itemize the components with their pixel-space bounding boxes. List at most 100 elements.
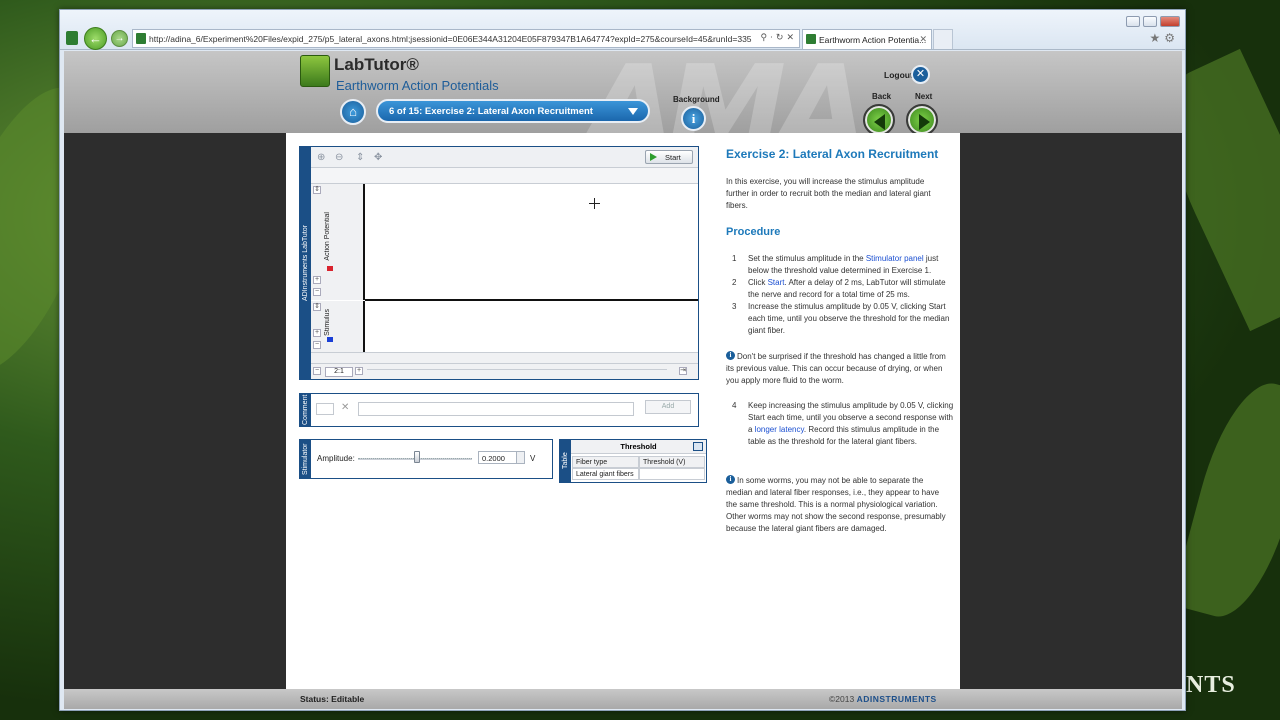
info-icon[interactable]: i xyxy=(681,106,706,131)
step-3: 3 Increase the stimulus amplitude by 0.05… xyxy=(732,301,958,337)
comment-panel: Comment ✕ Add xyxy=(299,393,699,427)
channel1-axis: ⇕ Action Potential + − xyxy=(311,184,365,300)
channel2-scale-icon[interactable]: ⇕ xyxy=(313,303,321,311)
address-controls[interactable]: ⚲⋅↻✕ xyxy=(760,32,797,43)
browser-icon xyxy=(66,31,78,45)
labtutor-header: AMA LabTutor® Earthworm Action Potential… xyxy=(64,51,1182,133)
comment-input[interactable] xyxy=(358,402,634,416)
copyright-year: ©2013 xyxy=(829,694,855,704)
step-4: 4 Keep increasing the stimulus amplitude … xyxy=(732,400,958,448)
time-expand-icon[interactable]: + xyxy=(355,367,363,375)
amplitude-slider-thumb[interactable] xyxy=(414,451,420,463)
step-number: 3 xyxy=(732,302,737,311)
amplitude-unit: V xyxy=(530,454,536,463)
channel1-color-swatch xyxy=(327,266,333,271)
back-arrow-icon[interactable]: ← xyxy=(84,27,107,50)
back-button[interactable] xyxy=(863,104,895,133)
table-title: Threshold xyxy=(571,440,706,454)
copy-table-icon[interactable] xyxy=(693,442,703,451)
background-leaf xyxy=(1170,372,1280,628)
amplitude-value: 0.2000 xyxy=(482,454,505,463)
home-icon[interactable]: ⌂ xyxy=(340,99,366,125)
exercise-title: Exercise 2: Lateral Axon Recruitment xyxy=(726,147,939,161)
table-cell: Lateral giant fibers xyxy=(572,468,639,480)
stimulator-side-label: Stimulator xyxy=(300,440,311,478)
add-comment-button[interactable]: Add xyxy=(645,400,691,414)
step2-text-a: Click xyxy=(748,278,768,287)
status-text: Status: Editable xyxy=(300,694,365,704)
site-icon xyxy=(136,33,146,44)
step1-text-a: Set the stimulus amplitude in the xyxy=(748,254,866,263)
home-favorites-icons[interactable]: ★⚙ xyxy=(1149,31,1179,45)
channel2-expand-icon[interactable]: + xyxy=(313,329,321,337)
tab-site-icon xyxy=(806,34,816,44)
chart-view-panel: ADInstruments LabTutor ⊕ ⊖ ⇕ ✥ Start ⇕ A… xyxy=(299,146,699,380)
close-window-button[interactable] xyxy=(1160,16,1180,27)
step3-text: Increase the stimulus amplitude by 0.05 … xyxy=(748,302,950,335)
start-label: Start xyxy=(665,153,681,162)
step-1: 1 Set the stimulus amplitude in the Stimu… xyxy=(732,253,958,277)
channel2-axis: ⇕ Stimulus + − xyxy=(311,301,365,352)
browser-tab[interactable]: Earthworm Action Potentia... ✕ xyxy=(802,29,932,49)
next-label: Next xyxy=(915,92,933,101)
channel2-label: Stimulus xyxy=(324,309,331,336)
url-text: http://adina_6/Experiment%20Files/expid_… xyxy=(149,34,752,44)
copyright: ©2013 ADINSTRUMENTS xyxy=(829,694,937,704)
amplitude-input[interactable]: 0.2000 xyxy=(478,451,525,464)
maximize-button[interactable] xyxy=(1143,16,1157,27)
channel2-plot[interactable] xyxy=(365,301,698,352)
background-label: Background xyxy=(673,95,720,104)
table-header-cell: Threshold (V) xyxy=(639,456,705,468)
table-panel: Table Threshold Fiber type Threshold (V)… xyxy=(559,439,707,483)
browser-toolbar: ← → http://adina_6/Experiment%20Files/ex… xyxy=(60,10,1185,50)
channel1-plot[interactable] xyxy=(365,184,698,301)
start-button[interactable]: Start xyxy=(645,150,693,164)
time-axis-bar xyxy=(311,168,698,184)
back-label: Back xyxy=(872,92,892,101)
tab-title: Earthworm Action Potentia... xyxy=(819,35,927,45)
longer-latency-link[interactable]: longer latency xyxy=(755,425,804,434)
amplitude-spinner[interactable] xyxy=(516,452,524,463)
address-bar[interactable]: http://adina_6/Experiment%20Files/expid_… xyxy=(132,29,800,48)
threshold-value-cell[interactable] xyxy=(639,468,705,480)
scrollbar[interactable] xyxy=(367,369,667,374)
experiment-title: Earthworm Action Potentials xyxy=(336,78,499,93)
channel1-expand-icon[interactable]: + xyxy=(313,276,321,284)
channel1-label: Action Potential xyxy=(324,212,331,261)
back-triangle-icon xyxy=(874,114,885,130)
forward-arrow-icon[interactable]: → xyxy=(111,30,128,47)
procedure-heading: Procedure xyxy=(726,226,781,238)
zoom-out-icon[interactable]: ⊖ xyxy=(335,152,343,163)
note1-text: Don't be surprised if the threshold has … xyxy=(726,352,946,385)
comment-channel-select[interactable] xyxy=(316,403,334,415)
note-2: i In some worms, you may not be able to s… xyxy=(726,475,948,535)
channel1-compress-icon[interactable]: − xyxy=(313,288,321,296)
new-tab-button[interactable] xyxy=(933,29,953,49)
time-compress-icon[interactable]: − xyxy=(313,367,321,375)
amplitude-label: Amplitude: xyxy=(317,454,355,463)
channel2-compress-icon[interactable]: − xyxy=(313,341,321,349)
stimulator-panel: Stimulator Amplitude: 0.2000 V xyxy=(299,439,553,479)
next-button[interactable] xyxy=(906,104,938,133)
next-triangle-icon xyxy=(919,114,930,130)
scroll-end-icon[interactable]: ⇥ xyxy=(679,367,687,375)
close-tab-icon[interactable]: ✕ xyxy=(919,34,927,45)
page-selector-dropdown[interactable]: 6 of 15: Exercise 2: Lateral Axon Recrui… xyxy=(376,99,650,123)
autoscale-icon[interactable]: ⇕ xyxy=(356,152,364,163)
step-number: 4 xyxy=(732,401,737,410)
lesson-page: ADInstruments LabTutor ⊕ ⊖ ⇕ ✥ Start ⇕ A… xyxy=(286,133,960,689)
clear-comment-icon[interactable]: ✕ xyxy=(341,402,349,413)
table-header-cell: Fiber type xyxy=(572,456,639,468)
start-link[interactable]: Start xyxy=(768,278,785,287)
logout-icon[interactable]: ✕ xyxy=(911,65,930,84)
zoom-in-icon[interactable]: ⊕ xyxy=(317,152,325,163)
note-1: i Don't be surprised if the threshold has… xyxy=(726,351,948,387)
channel1-scale-icon[interactable]: ⇕ xyxy=(313,186,321,194)
minimize-button[interactable] xyxy=(1126,16,1140,27)
stimulator-panel-link[interactable]: Stimulator panel xyxy=(866,254,924,263)
pan-icon[interactable]: ✥ xyxy=(374,152,382,163)
step-number: 1 xyxy=(732,254,737,263)
logout-label: Logout xyxy=(884,70,913,80)
chart-bottom-bar: − 2:1 + ⇥ xyxy=(311,363,698,379)
horizontal-zoom-value: 2:1 xyxy=(325,367,353,377)
